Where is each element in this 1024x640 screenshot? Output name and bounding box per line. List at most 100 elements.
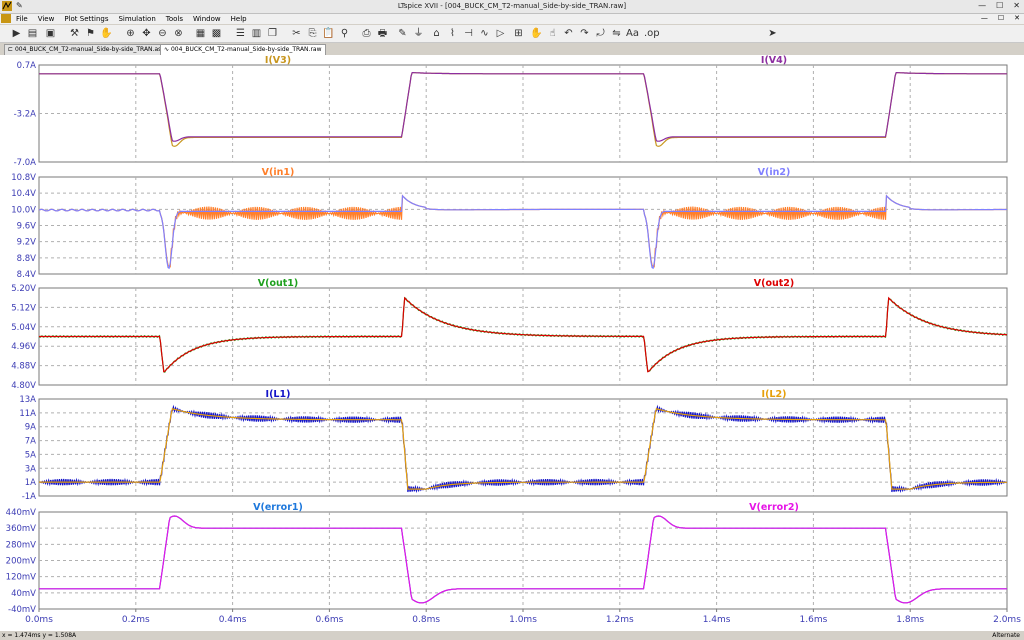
open-folder-icon[interactable]: ▤ (26, 27, 39, 40)
text-icon[interactable]: Aa (626, 27, 639, 40)
save-icon[interactable]: ▣ (44, 27, 57, 40)
ground-icon[interactable]: ⏚ (412, 27, 425, 40)
tab-waveform[interactable]: ∿ 004_BUCK_CM_T2-manual_Side-by-side_TRA… (160, 44, 326, 55)
y-tick-label: 10.0V (11, 205, 36, 215)
y-tick-label: 9.2V (17, 238, 37, 248)
close-button[interactable]: ✕ (1013, 1, 1020, 10)
trace-label[interactable]: V(error2) (749, 502, 799, 513)
minimize-button[interactable]: — (978, 1, 986, 10)
copy-icon[interactable]: ⎘ (306, 27, 319, 40)
cut-icon[interactable]: ✂ (290, 27, 303, 40)
trace-label[interactable]: V(out2) (754, 278, 794, 289)
y-tick-label: 5.12V (11, 303, 36, 313)
trace-label[interactable]: V(in1) (262, 167, 295, 178)
waveform-icon: ∿ (164, 46, 171, 53)
rotate-icon[interactable]: ⤾ (594, 27, 607, 40)
y-tick-label: 5.04V (11, 323, 36, 333)
mdi-minimize-button[interactable]: — (981, 14, 988, 22)
y-tick-label: 200mV (6, 557, 37, 567)
trace-label[interactable]: I(V4) (761, 55, 787, 66)
menu-simulation[interactable]: Simulation (113, 14, 160, 24)
cascade-icon[interactable]: ❐ (266, 27, 279, 40)
y-tick-label: 1A (25, 478, 36, 488)
title-bar: ✎ LTspice XVII - [004_BUCK_CM_T2-manual_… (0, 0, 1024, 14)
tile-horizontal-icon[interactable]: ☰ (234, 27, 247, 40)
trace-label[interactable]: I(L1) (266, 389, 291, 400)
pane-1[interactable]: 10.8V 10.4V 10.0V 9.6V 9.2V 8.8V 8.4V V(in1) V(i… (11, 167, 1008, 280)
find-icon[interactable]: ⚲ (338, 27, 351, 40)
y-tick-label: 40mV (11, 589, 36, 599)
pane-4[interactable]: 440mV 360mV 280mV 200mV 120mV 40mV -40mV V(erro… (6, 502, 1008, 615)
pane-2[interactable]: 5.20V 5.12V 5.04V 4.96V 4.88V 4.80V V(out1) V(o… (11, 278, 1008, 391)
y-tick-label: -40mV (8, 605, 36, 615)
x-tick-label: 1.0ms (509, 615, 537, 625)
x-tick-label: 0.8ms (412, 615, 440, 625)
diode-icon[interactable]: ▷ (494, 27, 507, 40)
trace-label[interactable]: V(in2) (758, 167, 791, 178)
redo-icon[interactable]: ↷ (578, 27, 591, 40)
x-tick-label: 0.0ms (25, 615, 53, 625)
menu-window[interactable]: Window (188, 14, 226, 24)
drag-icon[interactable]: ☝ (546, 27, 559, 40)
zoom-in-icon[interactable]: ⊕ (124, 27, 137, 40)
y-tick-label: 120mV (6, 573, 37, 583)
x-tick-label: 0.4ms (219, 615, 247, 625)
inductor-icon[interactable]: ∿ (478, 27, 491, 40)
trace-label[interactable]: I(V3) (265, 55, 291, 66)
tab-schematic[interactable]: ⊏ 004_BUCK_CM_T2-manual_Side-by-side_TRA… (4, 44, 169, 55)
y-tick-label: 0.7A (17, 61, 37, 71)
x-tick-label: 0.6ms (316, 615, 344, 625)
y-tick-label: 4.80V (11, 381, 36, 391)
resistor-icon[interactable]: ⌇ (446, 27, 459, 40)
draw-wire-icon[interactable]: ✎ (396, 27, 409, 40)
cursor-coordinates: x = 1.474ms y = 1.508A (2, 632, 77, 639)
status-bar: x = 1.474ms y = 1.508A Alternate (0, 631, 1024, 640)
trace-label[interactable]: V(out1) (258, 278, 298, 289)
run-icon[interactable]: ⚑ (84, 27, 97, 40)
document-icon[interactable] (1, 14, 11, 23)
tile-vertical-icon[interactable]: ▥ (250, 27, 263, 40)
maximize-button[interactable]: ☐ (996, 1, 1003, 10)
trace-label[interactable]: V(error1) (253, 502, 303, 513)
paste-icon[interactable]: 📋 (322, 27, 335, 40)
waveform-plot[interactable]: 0.7A -3.2A -7.0A I(V3) I(V4) 10.8V 10.4V 10.0V 9… (0, 55, 1024, 631)
capacitor-icon[interactable]: ⊣ (462, 27, 475, 40)
trace-label[interactable]: I(L2) (762, 389, 787, 400)
menu-help[interactable]: Help (226, 14, 252, 24)
move-icon[interactable]: ✋ (530, 27, 543, 40)
print-setup-icon[interactable]: ⎙ (360, 27, 373, 40)
x-tick-label: 2.0ms (993, 615, 1021, 625)
cursor-icon[interactable]: ➤ (766, 27, 779, 40)
autorange-icon[interactable]: ▦ (194, 27, 207, 40)
zoom-out-icon[interactable]: ⊖ (156, 27, 169, 40)
menu-file[interactable]: File (11, 14, 33, 24)
pan-icon[interactable]: ✥ (140, 27, 153, 40)
undo-icon[interactable]: ↶ (562, 27, 575, 40)
document-tabs: ⊏ 004_BUCK_CM_T2-manual_Side-by-side_TRA… (0, 43, 1024, 55)
y-tick-label: 360mV (6, 524, 37, 534)
menu-view[interactable]: View (33, 14, 60, 24)
pane-0[interactable]: 0.7A -3.2A -7.0A I(V3) I(V4) (14, 55, 1008, 168)
pane-3[interactable]: 13A 11A 9A 7A 5A 3A 1A -1A I(L1) I(L2) (19, 389, 1008, 502)
print-icon[interactable]: 🖶 (376, 27, 389, 40)
menu-plot-settings[interactable]: Plot Settings (59, 14, 113, 24)
window-title: LTspice XVII - [004_BUCK_CM_T2-manual_Si… (397, 2, 627, 10)
y-tick-label: 8.8V (17, 254, 37, 264)
y-tick-label: 5.20V (11, 284, 36, 294)
mark-unconnected-icon[interactable]: ▩ (210, 27, 223, 40)
y-tick-label: 7A (25, 437, 36, 447)
halt-icon[interactable]: ✋ (100, 27, 113, 40)
control-panel-icon[interactable]: ⚒ (68, 27, 81, 40)
zoom-fit-icon[interactable]: ⊗ (172, 27, 185, 40)
y-tick-label: 13A (19, 395, 36, 405)
waveform-viewer[interactable]: 0.7A -3.2A -7.0A I(V3) I(V4) 10.8V 10.4V 10.0V 9… (0, 55, 1024, 631)
x-tick-label: 1.8ms (896, 615, 924, 625)
menu-tools[interactable]: Tools (161, 14, 188, 24)
label-net-icon[interactable]: ⌂ (430, 27, 443, 40)
mdi-restore-button[interactable]: ☐ (998, 14, 1004, 22)
mdi-close-button[interactable]: ✕ (1014, 14, 1020, 22)
new-schematic-icon[interactable]: ▶ (10, 27, 23, 40)
component-icon[interactable]: ⊞ (512, 27, 525, 40)
spice-directive-icon[interactable]: .op (644, 27, 660, 40)
mirror-icon[interactable]: ⇋ (610, 27, 623, 40)
